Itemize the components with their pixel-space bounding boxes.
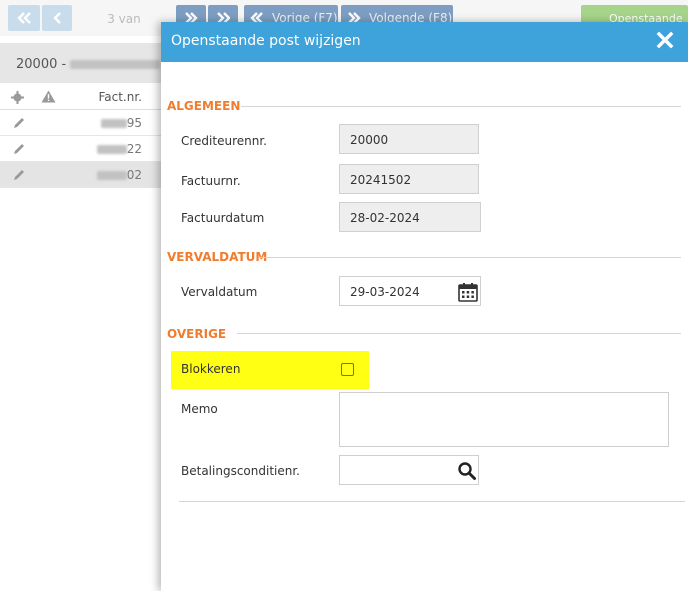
pencil-icon[interactable]: [12, 168, 26, 182]
dialog-header: Openstaande post wijzigen: [161, 22, 688, 62]
close-icon[interactable]: [656, 31, 674, 49]
invoice-number-cell: 22: [88, 142, 142, 156]
block-checkbox[interactable]: [341, 363, 354, 376]
creditor-label: Crediteurennr.: [181, 134, 267, 148]
pencil-icon[interactable]: [12, 116, 26, 130]
memo-textarea[interactable]: [339, 392, 669, 447]
creditor-value: 20000: [350, 133, 389, 147]
double-chevron-left-icon: [17, 12, 31, 24]
chevron-left-icon: [53, 12, 61, 24]
invoice-number-suffix: 95: [126, 116, 142, 130]
memo-label: Memo: [181, 402, 218, 416]
creditor-title-text: 20000 -: [16, 57, 67, 72]
invoice-number-cell: 95: [88, 116, 142, 130]
first-page-button[interactable]: [8, 5, 40, 31]
dialog-title: Openstaande post wijzigen: [171, 33, 361, 49]
section-title-general: ALGEMEEN: [167, 99, 241, 113]
blurred-name: [70, 60, 161, 69]
background-invoice-table: Fact.nr. 95 22 02: [0, 84, 170, 188]
due-date-label: Vervaldatum: [181, 285, 258, 299]
search-icon[interactable]: [457, 461, 477, 481]
warning-icon: [41, 90, 56, 103]
table-row[interactable]: 95: [0, 110, 170, 136]
table-row[interactable]: 02: [0, 162, 170, 188]
due-date-value: 29-03-2024: [350, 285, 420, 299]
form-bottom-divider: [179, 501, 685, 502]
invoice-number-value: 20241502: [350, 173, 412, 187]
background-record-title: 20000 -: [16, 57, 161, 72]
section-title-other: OVERIGE: [167, 327, 227, 341]
blurred-invoice-prefix: [100, 119, 127, 128]
table-row[interactable]: 22: [0, 136, 170, 162]
invoice-number-field: 20241502: [339, 164, 479, 194]
section-divider: [259, 257, 681, 258]
invoice-date-value: 28-02-2024: [350, 211, 420, 225]
table-header-row: Fact.nr.: [0, 84, 170, 110]
previous-page-button[interactable]: [42, 5, 72, 31]
payment-condition-label: Betalingsconditienr.: [181, 464, 300, 478]
payment-condition-field[interactable]: [339, 455, 479, 485]
invoice-number-cell: 02: [88, 168, 142, 182]
pencil-icon[interactable]: [12, 142, 26, 156]
gear-icon[interactable]: [11, 91, 24, 104]
invoice-date-label: Factuurdatum: [181, 211, 265, 225]
due-date-field[interactable]: 29-03-2024: [339, 276, 481, 306]
edit-open-item-dialog: Openstaande post wijzigen ALGEMEEN Credi…: [161, 22, 688, 591]
section-divider: [237, 333, 681, 334]
section-title-due-date: VERVALDATUM: [167, 250, 268, 264]
section-divider: [241, 106, 681, 107]
calendar-icon[interactable]: [458, 282, 478, 302]
page-info: 3 van: [107, 12, 141, 26]
invoice-number-suffix: 02: [126, 168, 142, 182]
block-label: Blokkeren: [181, 362, 241, 376]
invoice-number-suffix: 22: [126, 142, 142, 156]
creditor-field: 20000: [339, 124, 479, 154]
invoice-number-label: Factuurnr.: [181, 174, 241, 188]
blurred-invoice-prefix: [96, 145, 127, 154]
column-header-invoice-nr[interactable]: Fact.nr.: [88, 90, 142, 104]
invoice-date-field: 28-02-2024: [339, 202, 481, 232]
blurred-invoice-prefix: [96, 171, 127, 180]
